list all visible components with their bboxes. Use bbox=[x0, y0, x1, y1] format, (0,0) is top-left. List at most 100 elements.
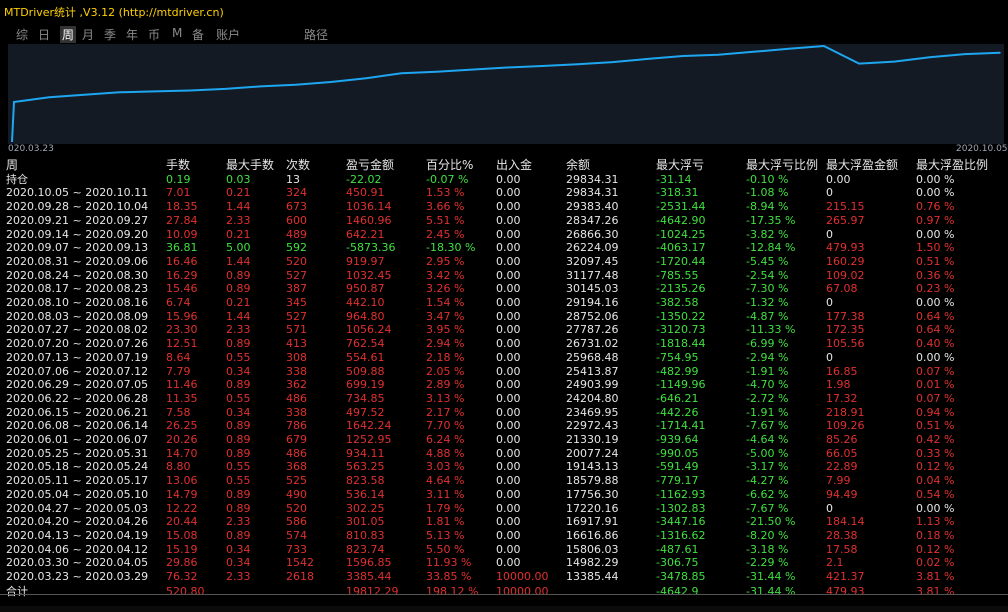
table-row[interactable]: 2020.08.03 ~ 2020.08.09 15.96 1.44 527 964.8… bbox=[0, 310, 1008, 324]
balance-point bbox=[963, 53, 966, 55]
table-row[interactable]: 2020.03.30 ~ 2020.04.05 29.86 0.34 1542 1596… bbox=[0, 556, 1008, 570]
column-header[interactable]: 最大浮亏 bbox=[656, 158, 704, 173]
cell-maxlosspct: -1.32 % bbox=[746, 296, 789, 309]
cell-pct: 4.64 % bbox=[426, 474, 465, 488]
column-header[interactable]: 周 bbox=[6, 158, 18, 173]
cell-maxlosspct: -5.45 % bbox=[746, 254, 789, 268]
cell-pnl: 934.11 bbox=[346, 446, 385, 460]
table-row[interactable]: 2020.06.22 ~ 2020.06.28 11.35 0.55 486 734.8… bbox=[0, 392, 1008, 406]
balance-point bbox=[365, 77, 367, 80]
cell-io: 0.00 bbox=[496, 487, 521, 501]
table-row[interactable]: 2020.07.20 ~ 2020.07.26 12.51 0.89 413 762.5… bbox=[0, 337, 1008, 351]
table-row[interactable]: 2020.09.07 ~ 2020.09.13 36.81 5.00 592 -5873… bbox=[0, 241, 1008, 255]
cell-count: 592 bbox=[286, 241, 307, 255]
cell-maxlosspct: -2.54 % bbox=[746, 268, 789, 282]
balance-point bbox=[48, 96, 51, 98]
table-row[interactable]: 2020.06.08 ~ 2020.06.14 26.25 0.89 786 1642.… bbox=[0, 419, 1008, 433]
cell-io: 10000.00 bbox=[496, 585, 549, 599]
table-row[interactable]: 2020.08.31 ~ 2020.09.06 16.46 1.44 520 919.9… bbox=[0, 255, 1008, 269]
table-row[interactable]: 2020.05.18 ~ 2020.05.24 8.80 0.55 368 563.25… bbox=[0, 460, 1008, 474]
total-row[interactable]: 合计 520.80 19812.29 198.12 % 10000.00 -4642.9 -… bbox=[0, 585, 1008, 599]
table-row[interactable]: 2020.09.21 ~ 2020.09.27 27.84 2.33 600 1460.… bbox=[0, 214, 1008, 228]
table-row[interactable]: 2020.03.23 ~ 2020.03.29 76.32 2.33 2618 3385… bbox=[0, 570, 1008, 584]
balance-point bbox=[682, 55, 684, 57]
cell-maxgainpct: 0.36 % bbox=[916, 268, 955, 282]
cell-lots: 7.01 bbox=[166, 186, 191, 200]
cell-pnl: 442.10 bbox=[346, 296, 385, 309]
tab-8[interactable]: 备 bbox=[192, 26, 204, 43]
table-row[interactable]: 2020.05.25 ~ 2020.05.31 14.70 0.89 486 934.1… bbox=[0, 447, 1008, 461]
tab-7[interactable]: M bbox=[172, 26, 182, 40]
scrollbar[interactable] bbox=[0, 606, 1008, 612]
cell-io: 0.00 bbox=[496, 460, 521, 474]
table-row[interactable]: 2020.07.27 ~ 2020.08.02 23.30 2.33 571 1056.… bbox=[0, 323, 1008, 337]
cell-pct: 198.12 % bbox=[426, 585, 479, 599]
cell-lots: 36.81 bbox=[166, 241, 198, 255]
cell-maxloss: -646.21 bbox=[656, 391, 699, 405]
column-header[interactable]: 最大浮盈金额 bbox=[826, 158, 898, 173]
cell-count: 368 bbox=[286, 460, 307, 474]
tab-6[interactable]: 币 bbox=[148, 26, 160, 43]
table-row[interactable]: 2020.09.14 ~ 2020.09.20 10.09 0.21 489 642.2… bbox=[0, 228, 1008, 242]
cell-maxgainpct: 0.00 % bbox=[916, 172, 955, 186]
table-row[interactable]: 2020.04.13 ~ 2020.04.19 15.08 0.89 574 810.8… bbox=[0, 529, 1008, 543]
cell-io: 0.00 bbox=[496, 241, 521, 255]
column-header[interactable]: 最大浮盈比例 bbox=[916, 158, 988, 173]
cell-lots: 15.46 bbox=[166, 282, 198, 296]
cell-maxgainpct: 0.18 % bbox=[916, 528, 955, 542]
balance-point bbox=[576, 63, 579, 66]
table-row[interactable]: 2020.05.04 ~ 2020.05.10 14.79 0.89 490 536.1… bbox=[0, 488, 1008, 502]
balance-line bbox=[11, 44, 1001, 143]
cell-lots: 76.32 bbox=[166, 570, 198, 583]
table-row[interactable]: 2020.08.24 ~ 2020.08.30 16.29 0.89 527 1032.… bbox=[0, 269, 1008, 283]
cell-maxgainpct: 0.23 % bbox=[916, 282, 955, 296]
column-header[interactable]: 百分比% bbox=[426, 158, 473, 173]
balance-point bbox=[259, 85, 262, 88]
column-header[interactable]: 手数 bbox=[166, 158, 190, 173]
table-row[interactable]: 2020.06.01 ~ 2020.06.07 20.26 0.89 679 1252.… bbox=[0, 433, 1008, 447]
column-header[interactable]: 余额 bbox=[566, 158, 590, 173]
table-row[interactable]: 2020.09.28 ~ 2020.10.04 18.35 1.44 673 1036.… bbox=[0, 200, 1008, 214]
column-header[interactable]: 最大浮亏比例 bbox=[746, 158, 818, 173]
table-row[interactable]: 2020.04.06 ~ 2020.04.12 15.19 0.34 733 823.7… bbox=[0, 543, 1008, 557]
table-row[interactable]: 2020.10.05 ~ 2020.10.11 7.01 0.21 324 450.91… bbox=[0, 186, 1008, 200]
tab-3[interactable]: 月 bbox=[82, 26, 94, 43]
cell-week: 2020.03.30 ~ 2020.04.05 bbox=[6, 556, 149, 570]
tab-2[interactable]: 周 bbox=[60, 26, 77, 43]
tab-4[interactable]: 季 bbox=[104, 26, 116, 43]
cell-pct: 2.95 % bbox=[426, 254, 465, 268]
tab-bar: 综日周月季年币 M 备账户 路径 bbox=[0, 22, 1008, 44]
cell-maxlosspct: -31.44 % bbox=[746, 570, 796, 583]
cell-pnl: 823.74 bbox=[346, 542, 385, 556]
table-row[interactable]: 2020.05.11 ~ 2020.05.17 13.06 0.55 525 823.5… bbox=[0, 474, 1008, 488]
table-row[interactable]: 2020.07.13 ~ 2020.07.19 8.64 0.55 308 554.61… bbox=[0, 351, 1008, 365]
tab-0[interactable]: 综 bbox=[16, 26, 28, 43]
column-header[interactable]: 盈亏金额 bbox=[346, 158, 394, 173]
cell-balance: 15806.03 bbox=[566, 542, 619, 556]
cell-count: 338 bbox=[286, 405, 307, 419]
tab-10[interactable]: 路径 bbox=[304, 26, 328, 43]
balance-point bbox=[647, 58, 649, 60]
cell-maxgainpct: 0.33 % bbox=[916, 446, 955, 460]
table-row[interactable]: 2020.08.17 ~ 2020.08.23 15.46 0.89 387 950.8… bbox=[0, 282, 1008, 296]
cell-maxgain: 265.97 bbox=[826, 213, 865, 227]
column-header[interactable]: 次数 bbox=[286, 158, 310, 173]
table-row[interactable]: 2020.04.27 ~ 2020.05.03 12.22 0.89 520 302.2… bbox=[0, 502, 1008, 516]
cell-pnl: 1032.45 bbox=[346, 268, 392, 282]
holding-row[interactable]: 持仓 0.19 0.03 13 -22.02 -0.07 % 0.00 29834.31 -31… bbox=[0, 173, 1008, 187]
tab-5[interactable]: 年 bbox=[126, 26, 138, 43]
tab-9[interactable]: 账户 bbox=[216, 26, 240, 43]
cell-maxgainpct: 3.81 % bbox=[916, 570, 955, 583]
table-row[interactable]: 2020.04.20 ~ 2020.04.26 20.44 2.33 586 301.0… bbox=[0, 515, 1008, 529]
cell-maxlots: 5.00 bbox=[226, 241, 251, 255]
column-header[interactable]: 最大手数 bbox=[226, 158, 274, 173]
cell-maxlosspct: -8.94 % bbox=[746, 200, 789, 214]
tab-1[interactable]: 日 bbox=[38, 26, 50, 43]
table-row[interactable]: 2020.06.15 ~ 2020.06.21 7.58 0.34 338 497.52… bbox=[0, 406, 1008, 420]
column-header[interactable]: 出入金 bbox=[496, 158, 532, 173]
table-row[interactable]: 2020.08.10 ~ 2020.08.16 6.74 0.21 345 442.10… bbox=[0, 296, 1008, 310]
cell-maxlots: 0.89 bbox=[226, 268, 251, 282]
table-row[interactable]: 2020.06.29 ~ 2020.07.05 11.46 0.89 362 699.1… bbox=[0, 378, 1008, 392]
cell-count: 489 bbox=[286, 227, 307, 241]
table-row[interactable]: 2020.07.06 ~ 2020.07.12 7.79 0.34 338 509.88… bbox=[0, 365, 1008, 379]
